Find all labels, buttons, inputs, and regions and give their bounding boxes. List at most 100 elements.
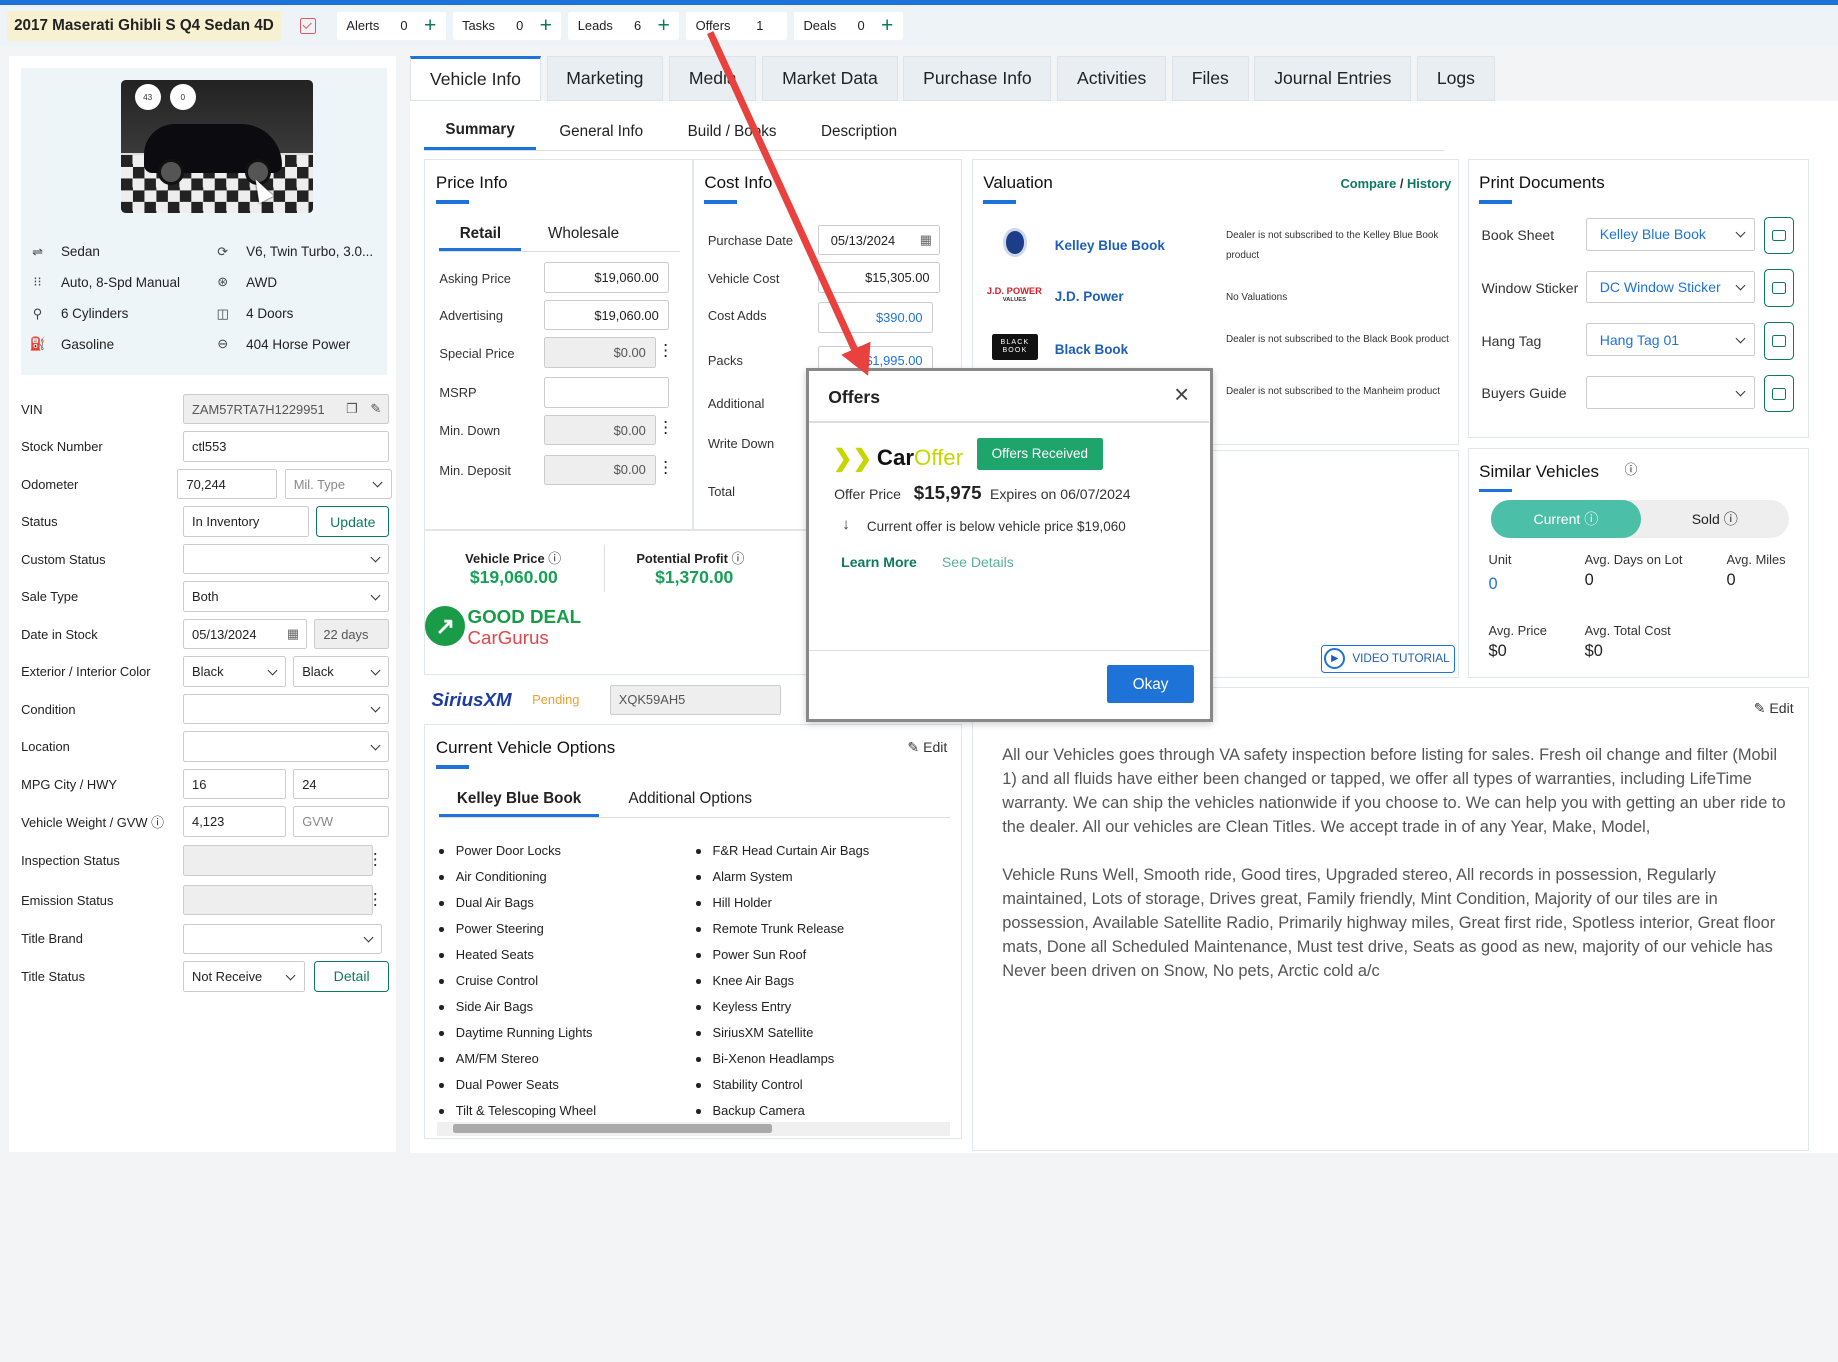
tab-purchase-info[interactable]: Purchase Info xyxy=(903,56,1052,101)
toggle-current[interactable]: Current ⓘ xyxy=(1490,500,1641,538)
min-down-field[interactable]: $0.00 xyxy=(543,414,657,446)
compare-link[interactable]: Compare xyxy=(1340,176,1396,191)
offers-counter[interactable]: Offers 1 xyxy=(686,11,788,40)
update-status-button[interactable]: Update xyxy=(316,506,390,537)
status-input[interactable]: In Inventory xyxy=(182,506,310,537)
history-link[interactable]: History xyxy=(1407,176,1451,191)
tab-market-data[interactable]: Market Data xyxy=(762,56,898,101)
info-icon[interactable]: ⓘ xyxy=(151,815,164,830)
purchase-date-input[interactable]: 05/13/2024 ▦ xyxy=(818,224,940,256)
info-icon[interactable]: ⓘ xyxy=(548,551,561,566)
special-price-field[interactable]: $0.00 xyxy=(543,337,657,368)
close-icon[interactable]: × xyxy=(1174,382,1189,409)
deals-counter[interactable]: Deals 0 + xyxy=(794,11,903,40)
tab-logs[interactable]: Logs xyxy=(1417,56,1495,101)
print-book-sheet-button[interactable] xyxy=(1763,216,1795,255)
option-item: F&R Head Curtain Air Bags xyxy=(696,838,870,864)
tab-marketing[interactable]: Marketing xyxy=(546,56,664,101)
exterior-color-select[interactable]: Black xyxy=(182,656,286,687)
tab-vehicle-info[interactable]: Vehicle Info xyxy=(410,56,541,101)
date-in-stock-input[interactable]: 05/13/2024 ▦ xyxy=(182,618,308,650)
options-edit-button[interactable]: ✎ Edit xyxy=(907,739,947,756)
title-brand-select[interactable] xyxy=(182,923,383,955)
tab-media[interactable]: Media xyxy=(669,56,757,101)
unit-value[interactable]: 0 xyxy=(1489,575,1498,594)
print-hang-tag-button[interactable] xyxy=(1763,322,1795,360)
tab-files[interactable]: Files xyxy=(1171,56,1249,101)
pencil-icon[interactable]: ✎ xyxy=(370,401,381,417)
emission-status-field[interactable]: ⋮ xyxy=(182,884,383,916)
gvw-input[interactable]: GVW xyxy=(293,806,390,837)
calendar-icon[interactable]: ▦ xyxy=(287,626,299,642)
print-window-sticker-button[interactable] xyxy=(1763,269,1795,307)
copy-icon[interactable]: ❐ xyxy=(346,401,358,417)
tab-journal-entries[interactable]: Journal Entries xyxy=(1254,56,1412,101)
book-sheet-select[interactable]: Kelley Blue Book xyxy=(1585,217,1755,251)
kebab-menu-icon[interactable]: ⋮ xyxy=(367,892,383,908)
mpg-hwy-input[interactable]: 24 xyxy=(293,768,390,800)
video-tutorial-button[interactable]: ▶ VIDEO TUTORIAL xyxy=(1320,644,1455,673)
see-details-link[interactable]: See Details xyxy=(942,554,1014,570)
mileage-type-select[interactable]: Mil. Type xyxy=(284,468,392,500)
kbb-link[interactable]: Kelley Blue Book xyxy=(1055,238,1165,253)
subtab-general-info[interactable]: General Info xyxy=(536,113,664,151)
jd-power-link[interactable]: J.D. Power xyxy=(1055,289,1124,304)
learn-more-link[interactable]: Learn More xyxy=(841,554,917,570)
interior-color-select[interactable]: Black xyxy=(293,656,390,687)
description-edit-button[interactable]: ✎ Edit xyxy=(1754,700,1794,717)
mpg-city-input[interactable]: 16 xyxy=(182,768,286,800)
kebab-menu-icon[interactable]: ⋮ xyxy=(367,852,383,868)
kebab-menu-icon[interactable]: ⋮ xyxy=(657,341,673,361)
calendar-check-icon[interactable] xyxy=(299,17,316,34)
kebab-menu-icon[interactable]: ⋮ xyxy=(657,458,673,478)
okay-button[interactable]: Okay xyxy=(1107,665,1194,703)
tab-additional-options[interactable]: Additional Options xyxy=(599,784,782,817)
tab-kelley-blue-book[interactable]: Kelley Blue Book xyxy=(439,784,599,817)
siriusxm-code-field[interactable]: XQK59AH5 xyxy=(609,684,781,716)
add-task-plus-icon[interactable]: + xyxy=(540,15,552,36)
scrollbar-thumb[interactable] xyxy=(453,1123,773,1134)
add-lead-plus-icon[interactable]: + xyxy=(658,15,670,36)
subtab-build-books[interactable]: Build / Books xyxy=(664,113,797,151)
tab-wholesale[interactable]: Wholesale xyxy=(521,219,645,251)
kebab-menu-icon[interactable]: ⋮ xyxy=(657,418,673,438)
custom-status-select[interactable] xyxy=(182,543,390,575)
black-book-link[interactable]: Black Book xyxy=(1055,342,1128,357)
horizontal-scrollbar[interactable] xyxy=(437,1121,951,1136)
odometer-input[interactable]: 70,244 xyxy=(177,468,278,500)
tab-retail[interactable]: Retail xyxy=(439,219,522,251)
title-status-select[interactable]: Not Receive xyxy=(182,961,305,992)
photo-count-icon[interactable]: 43 xyxy=(134,84,161,111)
toggle-sold[interactable]: Sold ⓘ xyxy=(1641,500,1789,538)
video-count-icon[interactable]: 0 xyxy=(169,84,196,111)
calendar-icon[interactable]: ▦ xyxy=(920,232,932,248)
title-detail-button[interactable]: Detail xyxy=(314,961,390,992)
advertising-price-input[interactable]: $19,060.00 xyxy=(543,299,670,331)
tasks-counter[interactable]: Tasks 0 + xyxy=(452,11,562,40)
print-buyers-guide-button[interactable] xyxy=(1763,374,1795,413)
window-sticker-select[interactable]: DC Window Sticker xyxy=(1585,270,1755,304)
location-select[interactable] xyxy=(182,731,390,762)
buyers-guide-select[interactable] xyxy=(1585,376,1755,409)
tab-activities[interactable]: Activities xyxy=(1057,56,1167,101)
add-alert-plus-icon[interactable]: + xyxy=(424,15,436,36)
add-deal-plus-icon[interactable]: + xyxy=(881,15,893,36)
vehicle-cost-input[interactable]: $15,305.00 xyxy=(818,262,940,293)
leads-counter[interactable]: Leads 6 + xyxy=(568,11,680,40)
vehicle-photo[interactable]: 43 0 xyxy=(120,79,313,214)
vehicle-weight-input[interactable]: 4,123 xyxy=(182,806,286,837)
min-deposit-field[interactable]: $0.00 xyxy=(543,454,657,486)
inspection-status-field[interactable]: ⋮ xyxy=(182,845,383,876)
stock-number-input[interactable]: ctl553 xyxy=(182,431,390,462)
hang-tag-select[interactable]: Hang Tag 01 xyxy=(1585,323,1755,357)
subtab-summary[interactable]: Summary xyxy=(424,113,536,151)
msrp-input[interactable] xyxy=(543,377,670,408)
info-icon[interactable]: ⓘ xyxy=(1624,459,1637,478)
alerts-counter[interactable]: Alerts 0 + xyxy=(337,11,446,40)
info-icon[interactable]: ⓘ xyxy=(731,551,744,566)
condition-select[interactable] xyxy=(182,693,390,725)
vin-field[interactable]: ZAM57RTA7H1229951 ❐ ✎ xyxy=(182,393,390,425)
subtab-description[interactable]: Description xyxy=(798,113,919,151)
sale-type-select[interactable]: Both xyxy=(182,581,390,612)
asking-price-input[interactable]: $19,060.00 xyxy=(543,262,670,293)
